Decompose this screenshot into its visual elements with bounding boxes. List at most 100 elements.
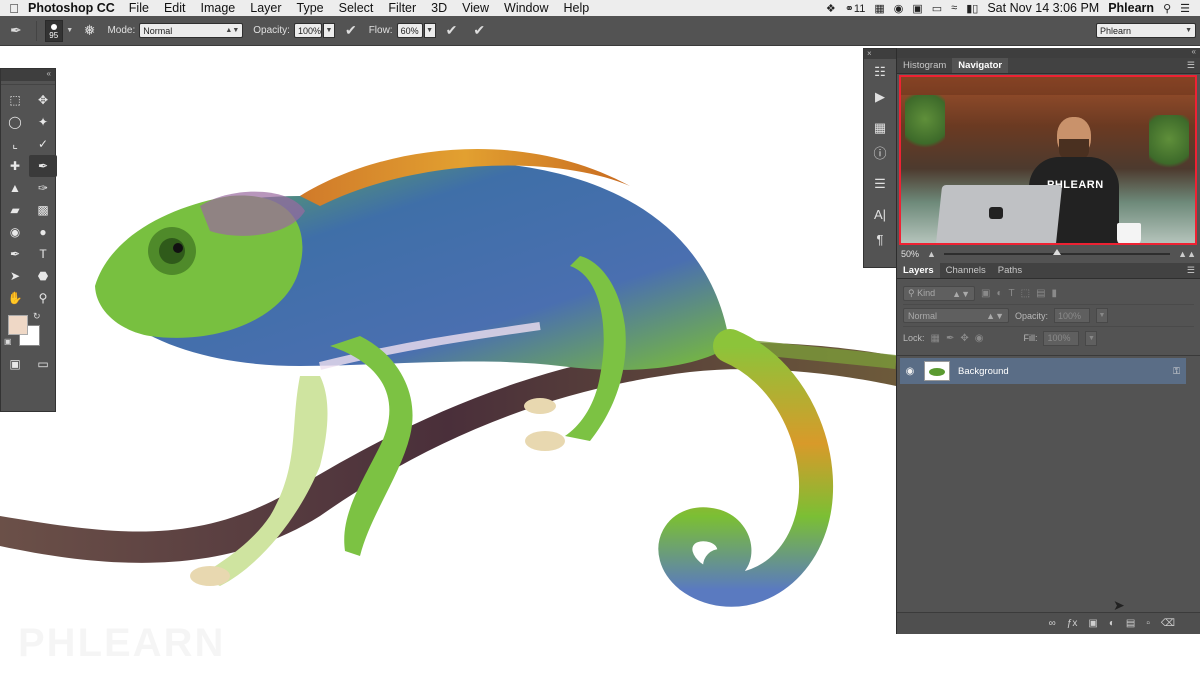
history-panel-icon[interactable]: ☷ (864, 59, 896, 84)
filter-pixel-icon[interactable]: ▣ (981, 288, 990, 299)
lock-icon[interactable]: ⚿ (1173, 366, 1180, 377)
eyedropper-tool-icon[interactable]: ✓ (29, 133, 57, 155)
flow-dropdown-icon[interactable]: ▼ (423, 23, 436, 38)
marquee-tool-icon[interactable]: ⬚ (1, 89, 29, 111)
opacity-input[interactable]: 100% (293, 23, 322, 38)
gradient-tool-icon[interactable]: ▩ (29, 199, 57, 221)
swap-colors-icon[interactable]: ↻ (33, 311, 41, 322)
zoom-slider-thumb[interactable] (1052, 249, 1061, 255)
tools-panel-header[interactable]: « (1, 69, 55, 81)
adjustment-layer-icon[interactable]: ◐ (1109, 618, 1115, 629)
lock-position-icon[interactable]: ✥ (960, 333, 968, 344)
menu-file[interactable]: File (129, 1, 149, 15)
lasso-tool-icon[interactable]: ◯ (1, 111, 29, 133)
airplay-icon[interactable]: ▭ (932, 2, 942, 15)
menu-select[interactable]: Select (339, 1, 374, 15)
panel-column-header[interactable]: « (897, 47, 1200, 58)
lock-all-icon[interactable]: ◉ (975, 333, 984, 344)
dodge-tool-icon[interactable]: ● (29, 221, 57, 243)
mode-select[interactable]: Normal ▲▼ (139, 23, 244, 38)
brush-panel-toggle-icon[interactable]: ❅ (84, 22, 96, 39)
creative-cloud-icon[interactable]: ⚭11 (845, 2, 866, 15)
adjustments-panel-icon[interactable]: ▦ (864, 115, 896, 140)
dropbox-icon[interactable]: ❖ (826, 2, 836, 15)
eraser-tool-icon[interactable]: ▰ (1, 199, 29, 221)
menu-type[interactable]: Type (297, 1, 324, 15)
tab-channels[interactable]: Channels (940, 263, 992, 278)
character-panel-icon[interactable]: A| (864, 202, 896, 227)
add-mask-icon[interactable]: ▣ (1088, 618, 1097, 629)
collapse-icon[interactable]: « (47, 69, 51, 78)
record-icon[interactable]: ◉ (894, 2, 904, 15)
airbrush-icon[interactable]: ✔ (446, 22, 458, 39)
blend-mode-select[interactable]: Normal ▲▼ (903, 308, 1009, 323)
lock-image-icon[interactable]: ✒ (946, 333, 954, 344)
workspace-select[interactable]: Phlearn ▼ (1096, 23, 1196, 38)
menu-edit[interactable]: Edit (164, 1, 186, 15)
opacity-dropdown-icon[interactable]: ▼ (1096, 308, 1109, 323)
foreground-color-swatch[interactable] (8, 315, 28, 335)
tab-histogram[interactable]: Histogram (897, 58, 952, 73)
pen-tool-icon[interactable]: ✒ (1, 243, 29, 265)
menu-help[interactable]: Help (564, 1, 590, 15)
menu-image[interactable]: Image (201, 1, 236, 15)
move-tool-icon[interactable]: ✥ (29, 89, 57, 111)
trash-icon[interactable]: ⌫ (1161, 618, 1175, 629)
info-panel-icon[interactable]: ⓘ (864, 140, 896, 165)
default-colors-icon[interactable]: ▣ (4, 337, 12, 346)
zoom-out-icon[interactable]: ▲ (927, 249, 936, 259)
link-layers-icon[interactable]: ∞ (1049, 618, 1056, 629)
type-tool-icon[interactable]: T (29, 243, 57, 265)
panel-menu-icon[interactable]: ☰ (1187, 265, 1195, 276)
clone-stamp-tool-icon[interactable]: ▲ (1, 177, 29, 199)
zoom-level[interactable]: 50% (901, 249, 919, 259)
quick-mask-icon[interactable]: ▣ (1, 353, 29, 375)
shape-tool-icon[interactable]: ⬣ (29, 265, 57, 287)
screen-mode-icon[interactable]: ▭ (29, 353, 57, 375)
display-icon[interactable]: ▣ (912, 2, 922, 15)
healing-brush-tool-icon[interactable]: ✚ (1, 155, 29, 177)
collapse-icon[interactable]: « (1192, 47, 1196, 56)
history-brush-tool-icon[interactable]: ✑ (29, 177, 57, 199)
spotlight-search-icon[interactable]: ⚲ (1163, 2, 1171, 15)
filter-smart-object-icon[interactable]: ▤ (1036, 288, 1045, 299)
hand-tool-icon[interactable]: ✋ (1, 287, 29, 309)
user-menu[interactable]: Phlearn (1108, 1, 1154, 15)
new-layer-icon[interactable]: ▫ (1146, 618, 1150, 629)
opacity-dropdown-icon[interactable]: ▼ (322, 23, 335, 38)
notification-center-icon[interactable]: ☰ (1180, 2, 1190, 15)
pressure-opacity-icon[interactable]: ✔ (345, 22, 357, 39)
blur-tool-icon[interactable]: ◉ (1, 221, 29, 243)
menu-3d[interactable]: 3D (431, 1, 447, 15)
battery-icon[interactable]: ▮▯ (966, 2, 978, 15)
wifi-icon[interactable]: ≈ (951, 2, 957, 14)
new-group-icon[interactable]: ▤ (1126, 618, 1135, 629)
filter-shape-icon[interactable]: ⬚ (1021, 288, 1030, 299)
eye-icon[interactable]: ◉ (900, 366, 920, 377)
navigator-preview[interactable]: PHLEARN (899, 75, 1197, 245)
path-selection-tool-icon[interactable]: ➤ (1, 265, 29, 287)
zoom-slider[interactable] (943, 249, 1171, 255)
filter-toggle-icon[interactable]: ▮ (1052, 288, 1058, 299)
navigator-view-box[interactable] (899, 75, 1197, 245)
apple-menu-icon[interactable]:  (0, 1, 28, 16)
layer-row[interactable]: ◉ Background ⚿ (900, 358, 1186, 384)
brush-picker-arrow-icon[interactable]: ▼ (64, 23, 76, 38)
tab-layers[interactable]: Layers (897, 263, 940, 278)
menu-window[interactable]: Window (504, 1, 548, 15)
magic-wand-tool-icon[interactable]: ✦ (29, 111, 57, 133)
layer-name[interactable]: Background (958, 366, 1173, 377)
properties-panel-icon[interactable]: ☰ (864, 171, 896, 196)
pressure-size-icon[interactable]: ✔ (473, 22, 485, 39)
brush-tool-preset-icon[interactable]: ✒ (10, 22, 22, 39)
fx-icon[interactable]: ƒx (1067, 618, 1078, 629)
fill-input[interactable]: 100% (1043, 330, 1080, 346)
menu-view[interactable]: View (462, 1, 489, 15)
dock-header[interactable]: × (864, 49, 896, 59)
panel-menu-icon[interactable]: ☰ (1187, 60, 1195, 71)
menu-layer[interactable]: Layer (250, 1, 281, 15)
app-name-menu[interactable]: Photoshop CC (28, 1, 115, 15)
tab-navigator[interactable]: Navigator (952, 58, 1009, 73)
layer-filter-select[interactable]: ⚲ Kind ▲▼ (903, 286, 975, 301)
brush-size-picker[interactable]: 95 (44, 19, 63, 42)
